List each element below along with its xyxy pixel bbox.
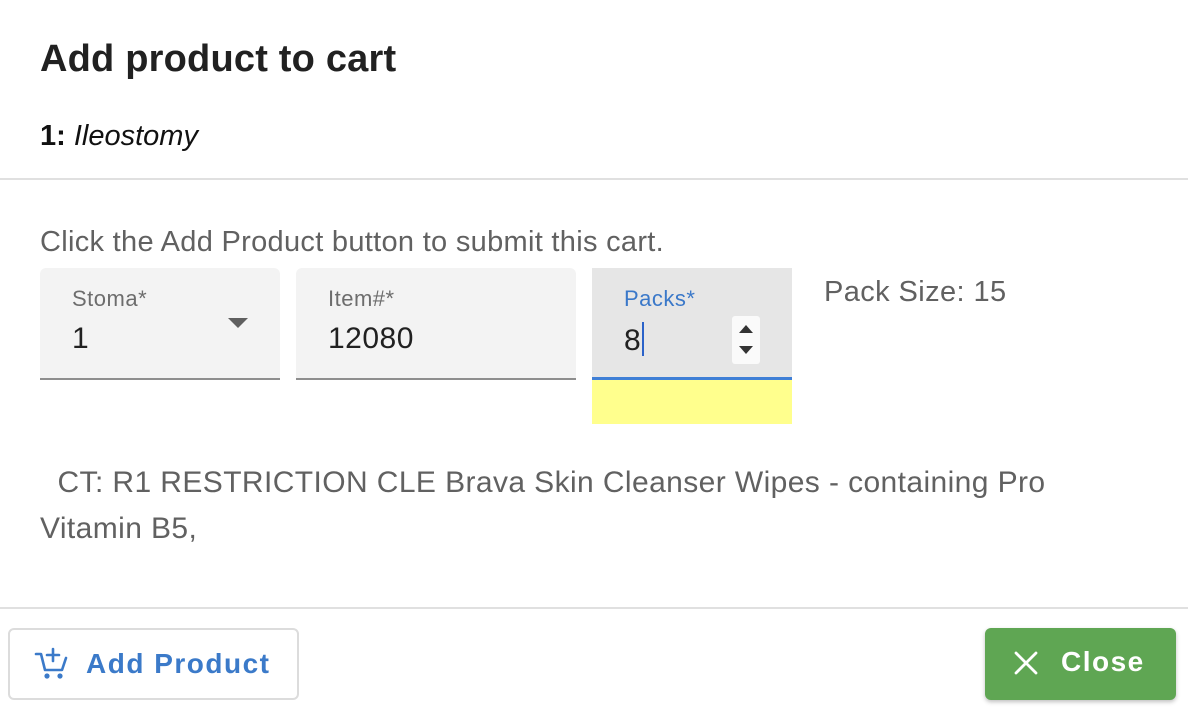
item-number-label: Item#* bbox=[328, 286, 395, 311]
chevron-down-icon[interactable] bbox=[228, 318, 248, 328]
stoma-select-label: Stoma* bbox=[72, 286, 148, 311]
close-button[interactable]: Close bbox=[985, 628, 1176, 700]
stoma-select-value: 1 bbox=[72, 322, 90, 355]
instructions-text: Click the Add Product button to submit t… bbox=[40, 226, 664, 258]
pack-size-text: Pack Size: 15 bbox=[824, 276, 1007, 308]
stoma-type: Ileostomy bbox=[73, 120, 198, 152]
packs-label: Packs* bbox=[624, 286, 696, 311]
dialog-subtitle: 1: Ileostomy bbox=[40, 120, 198, 153]
product-description: CT: R1 RESTRICTION CLE Brava Skin Cleans… bbox=[40, 466, 1055, 545]
spinner-down-icon[interactable] bbox=[739, 346, 753, 354]
packs-value-wrap: 8 bbox=[624, 322, 645, 358]
add-product-label: Add Product bbox=[86, 648, 271, 679]
add-to-cart-icon bbox=[34, 647, 68, 679]
packs-input[interactable]: Packs* 8 bbox=[592, 268, 792, 380]
add-product-button[interactable]: Add Product bbox=[8, 628, 299, 700]
close-label: Close bbox=[1061, 646, 1145, 677]
stoma-number: 1: bbox=[40, 120, 66, 152]
spinner-arrows-icon[interactable] bbox=[732, 316, 760, 364]
spinner-up-icon[interactable] bbox=[739, 325, 753, 333]
item-number-value: 12080 bbox=[328, 322, 414, 355]
header-divider bbox=[0, 178, 1188, 180]
add-product-dialog: Add product to cart 1: Ileostomy Click t… bbox=[0, 0, 1188, 716]
dialog-title: Add product to cart bbox=[40, 38, 397, 80]
close-icon bbox=[1014, 651, 1038, 675]
item-number-field[interactable]: Item#* 12080 bbox=[296, 268, 576, 380]
stoma-select[interactable]: Stoma* 1 bbox=[40, 268, 280, 380]
footer-divider bbox=[0, 607, 1188, 609]
packs-value: 8 bbox=[624, 324, 642, 357]
text-cursor bbox=[642, 322, 645, 356]
